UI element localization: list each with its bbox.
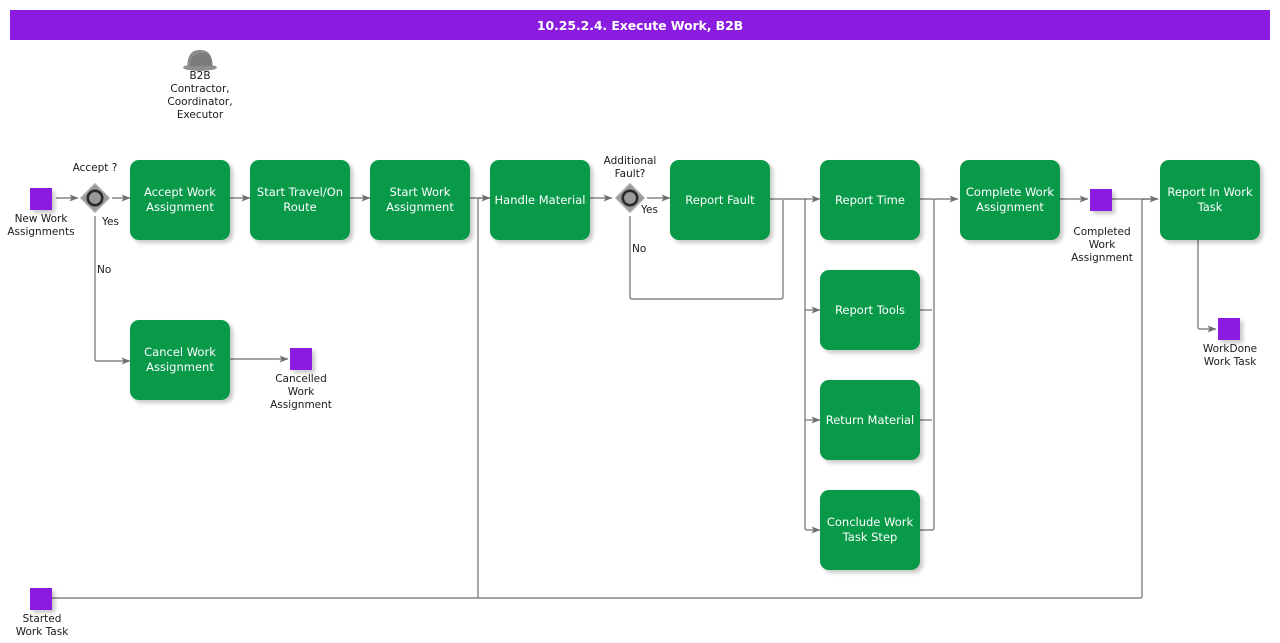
page-title: 10.25.2.4. Execute Work, B2B: [10, 10, 1270, 40]
gateway-label-additional-fault: Additional Fault?: [603, 155, 657, 180]
task-report-in-work-task[interactable]: Report In Work Task: [1160, 160, 1260, 240]
event-label-new-work-assignments: New Work Assignments: [7, 213, 75, 238]
flow-label-fault-no: No: [632, 243, 647, 255]
task-label: Report Time: [835, 192, 905, 207]
task-report-fault[interactable]: Report Fault: [670, 160, 770, 240]
event-completed-work-assignment[interactable]: [1090, 189, 1112, 211]
task-report-time[interactable]: Report Time: [820, 160, 920, 240]
page-title-text: 10.25.2.4. Execute Work, B2B: [536, 17, 744, 33]
task-label: Accept Work Assignment: [144, 185, 216, 214]
task-label: Start Work Assignment: [386, 185, 454, 214]
diagram-canvas: 10.25.2.4. Execute Work, B2B B2B Contrac…: [0, 0, 1280, 643]
flow-label-accept-no: No: [97, 264, 112, 276]
event-label-completed-work-assignment: Completed Work Assignment: [1071, 226, 1133, 264]
event-started-work-task[interactable]: [30, 588, 52, 610]
task-cancel-work-assignment[interactable]: Cancel Work Assignment: [130, 320, 230, 400]
task-label: Handle Material: [494, 192, 586, 207]
event-new-work-assignments[interactable]: [30, 188, 52, 210]
task-return-material[interactable]: Return Material: [820, 380, 920, 460]
task-label: Start Travel/On Route: [256, 185, 344, 214]
task-handle-material[interactable]: Handle Material: [490, 160, 590, 240]
task-label: Cancel Work Assignment: [144, 345, 216, 374]
task-label: Report Tools: [834, 302, 906, 317]
task-label: Conclude Work Task Step: [826, 515, 914, 544]
task-conclude-work-task-step[interactable]: Conclude Work Task Step: [820, 490, 920, 570]
task-label: Complete Work Assignment: [965, 185, 1055, 214]
flow-label-accept-yes: Yes: [102, 216, 119, 228]
event-label-workdone-work-task: WorkDone Work Task: [1202, 343, 1258, 368]
task-label: Return Material: [825, 412, 915, 427]
task-complete-work-assignment[interactable]: Complete Work Assignment: [960, 160, 1060, 240]
actor-label: B2B Contractor, Coordinator, Executor: [167, 70, 233, 121]
task-start-travel-on-route[interactable]: Start Travel/On Route: [250, 160, 350, 240]
flow-label-fault-yes: Yes: [641, 204, 658, 216]
gateway-label-accept: Accept ?: [72, 162, 118, 174]
event-workdone-work-task[interactable]: [1218, 318, 1240, 340]
task-label: Report Fault: [685, 192, 755, 207]
event-label-cancelled-work-assignment: Cancelled Work Assignment: [270, 373, 332, 411]
task-accept-work-assignment[interactable]: Accept Work Assignment: [130, 160, 230, 240]
event-label-started-work-task: Started Work Task: [15, 613, 69, 638]
task-label: Report In Work Task: [1167, 185, 1253, 214]
event-cancelled-work-assignment[interactable]: [290, 348, 312, 370]
task-start-work-assignment[interactable]: Start Work Assignment: [370, 160, 470, 240]
task-report-tools[interactable]: Report Tools: [820, 270, 920, 350]
gateway-accept[interactable]: [78, 181, 112, 215]
